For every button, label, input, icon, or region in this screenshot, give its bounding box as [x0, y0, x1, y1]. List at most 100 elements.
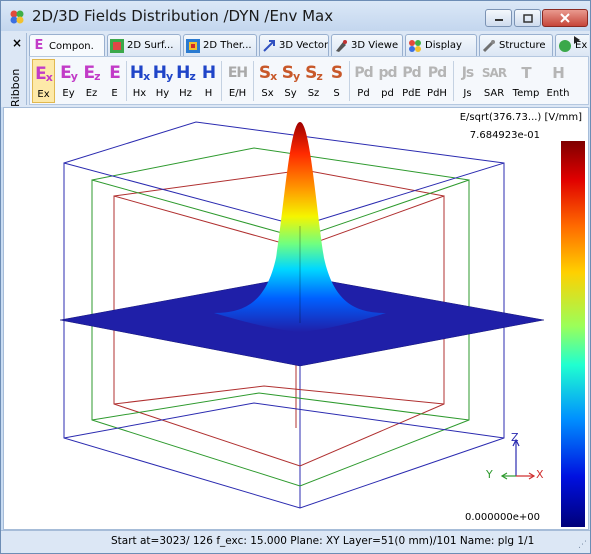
tab-display[interactable]: Display — [405, 34, 477, 56]
tab-label: 3D Vector — [279, 40, 329, 51]
tool-label: Enth — [546, 88, 570, 99]
tool-label: Js — [463, 88, 472, 99]
tool-h[interactable]: H H — [197, 59, 220, 103]
hy-icon: Hy — [152, 63, 173, 83]
tool-eh-ratio[interactable]: EH E/H — [224, 59, 251, 103]
separator — [453, 61, 454, 101]
tool-label: Hy — [155, 88, 170, 99]
thermal-icon — [186, 38, 200, 53]
ez-icon: Ez — [83, 63, 100, 83]
tab-label: Display — [425, 40, 462, 51]
app-window: 2D/3D Fields Distribution /DYN /Env Max … — [0, 0, 591, 554]
tab-label: 2D Ther... — [203, 40, 252, 51]
close-button[interactable] — [542, 9, 588, 27]
close-icon — [560, 13, 570, 23]
separator — [253, 61, 254, 101]
tool-label: E/H — [228, 88, 247, 99]
status-text: Start at=3023/ 126 f_exc: 15.000 Plane: … — [111, 535, 535, 547]
tab-3d-viewer[interactable]: 3D Viewe — [331, 34, 403, 56]
separator — [126, 61, 127, 101]
tool-pde[interactable]: Pd PdE — [400, 59, 423, 103]
tab-3d-vector[interactable]: 3D Vector — [259, 34, 329, 56]
tool-label: H — [204, 88, 213, 99]
field-3d-plot[interactable] — [4, 108, 590, 531]
tool-ex[interactable]: Ex Ex — [32, 59, 55, 103]
js-icon: Js — [461, 65, 475, 81]
e-icon: E — [109, 63, 121, 83]
tab-2d-surface[interactable]: 2D Surf... — [107, 34, 181, 56]
tool-e[interactable]: E E — [103, 59, 126, 103]
field-plot-view[interactable]: Z Y X E/sqrt(376.73...) [V/mm] 7.684923e… — [3, 107, 589, 530]
tool-ez[interactable]: Ez Ez — [80, 59, 103, 103]
sx-icon: Sx — [258, 63, 277, 83]
colorbar-min-label: 0.000000e+00 — [465, 512, 540, 523]
tool-label: Ex — [37, 89, 50, 100]
tool-label: pd — [381, 88, 394, 99]
tab-scroll-right-button[interactable] — [568, 35, 586, 55]
pde-icon: Pd — [402, 65, 421, 81]
tool-js[interactable]: Js Js — [456, 59, 479, 103]
ex-icon: Ex — [35, 64, 53, 84]
tab-components[interactable]: E Compon. — [29, 34, 105, 56]
tool-ey[interactable]: Ey Ey — [57, 59, 80, 103]
resize-grip-icon[interactable]: ⋰ — [578, 540, 587, 550]
hx-icon: Hx — [129, 63, 150, 83]
tab-label: Structure — [499, 40, 546, 51]
tool-label: Sy — [284, 88, 297, 99]
tab-label: 2D Surf... — [127, 40, 174, 51]
h-icon: H — [201, 63, 216, 83]
tool-enthalpy[interactable]: H Enth — [543, 59, 573, 103]
separator — [221, 61, 222, 101]
app-icon — [10, 10, 24, 24]
tool-hx[interactable]: Hx Hx — [128, 59, 151, 103]
pd-lower-icon: pd — [378, 65, 397, 81]
ribbon-close-button[interactable]: × — [12, 36, 22, 50]
tab-2d-thermal[interactable]: 2D Ther... — [183, 34, 257, 56]
viewer-icon — [336, 39, 347, 52]
s-icon: S — [330, 63, 343, 83]
maximize-button[interactable] — [514, 9, 541, 27]
structure-icon — [482, 39, 496, 52]
component-toolbar: Ex Ex Ey Ey Ez Ez E E Hx Hx Hy Hy Hz Hz … — [29, 56, 589, 105]
tool-sz[interactable]: Sz Sz — [302, 59, 325, 103]
tool-label: E — [111, 88, 118, 99]
colorbar-title: E/sqrt(376.73...) [V/mm] — [459, 112, 582, 123]
separator — [349, 61, 350, 101]
tool-pd-lower[interactable]: pd pd — [376, 59, 399, 103]
pd-icon: Pd — [354, 65, 373, 81]
tool-label: Sx — [261, 88, 274, 99]
tool-hz[interactable]: Hz Hz — [174, 59, 197, 103]
tool-sar[interactable]: SAR SAR — [480, 59, 508, 103]
tool-label: Ey — [62, 88, 75, 99]
vector-icon — [263, 39, 275, 52]
minimize-button[interactable] — [485, 9, 512, 27]
tool-s[interactable]: S S — [325, 59, 348, 103]
tab-label: Compon. — [49, 40, 94, 52]
temperature-icon: T — [521, 64, 531, 82]
colorbar — [561, 141, 585, 527]
tab-structure[interactable]: Structure — [479, 34, 553, 56]
tool-pdh[interactable]: Pd PdH — [424, 59, 450, 103]
title-bar[interactable]: 2D/3D Fields Distribution /DYN /Env Max — [1, 1, 590, 31]
colorbar-max-label: 7.684923e-01 — [469, 130, 540, 141]
status-bar: Start at=3023/ 126 f_exc: 15.000 Plane: … — [1, 530, 590, 553]
tool-label: Temp — [512, 88, 540, 99]
tool-label: Sz — [307, 88, 320, 99]
axis-y-label: Y — [486, 468, 493, 481]
tab-label: 3D Viewe — [351, 40, 399, 51]
tool-hy[interactable]: Hy Hy — [151, 59, 174, 103]
hz-icon: Hz — [176, 63, 196, 83]
ribbon-side-label: Ribbon — [9, 68, 22, 107]
sz-icon: Sz — [305, 63, 323, 83]
ey-icon: Ey — [60, 63, 78, 83]
tool-label: SAR — [483, 88, 505, 99]
tool-sy[interactable]: Sy Sy — [279, 59, 302, 103]
axis-z-label: Z — [511, 431, 519, 444]
tool-label: Hz — [179, 88, 192, 99]
tool-label: PdH — [427, 88, 447, 99]
enthalpy-icon: H — [552, 64, 565, 82]
tool-sx[interactable]: Sx Sx — [256, 59, 279, 103]
maximize-icon — [522, 13, 533, 23]
tool-temp[interactable]: T Temp — [511, 59, 541, 103]
tool-pd[interactable]: Pd Pd — [352, 59, 375, 103]
